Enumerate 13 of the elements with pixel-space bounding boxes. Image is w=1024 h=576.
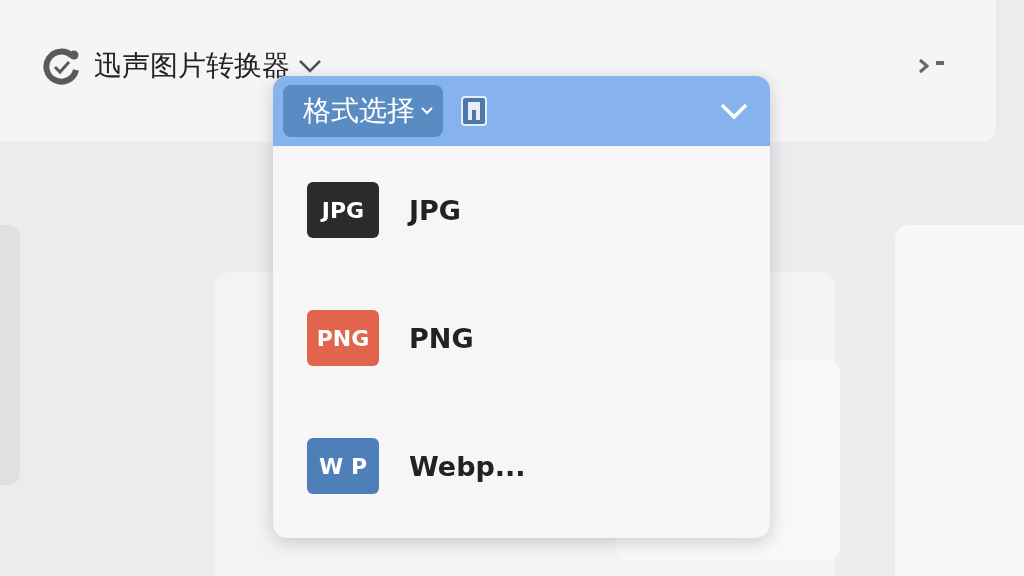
chevron-down-icon[interactable] xyxy=(298,59,322,73)
app-title: 迅声图片转换器 xyxy=(94,48,290,84)
file-type-icon: JPG xyxy=(307,182,379,238)
collapse-icon[interactable] xyxy=(918,58,946,74)
format-option[interactable]: W P Webp... xyxy=(273,402,770,530)
format-select-button[interactable]: 格式选择 xyxy=(283,85,443,137)
caret-icon xyxy=(421,107,433,115)
file-type-icon: PNG xyxy=(307,310,379,366)
file-type-icon: W P xyxy=(307,438,379,494)
format-option[interactable]: PNG PNG xyxy=(273,274,770,402)
logo-icon xyxy=(42,46,82,86)
frame-icon[interactable] xyxy=(461,96,487,126)
format-option[interactable]: JPG JPG xyxy=(273,146,770,274)
